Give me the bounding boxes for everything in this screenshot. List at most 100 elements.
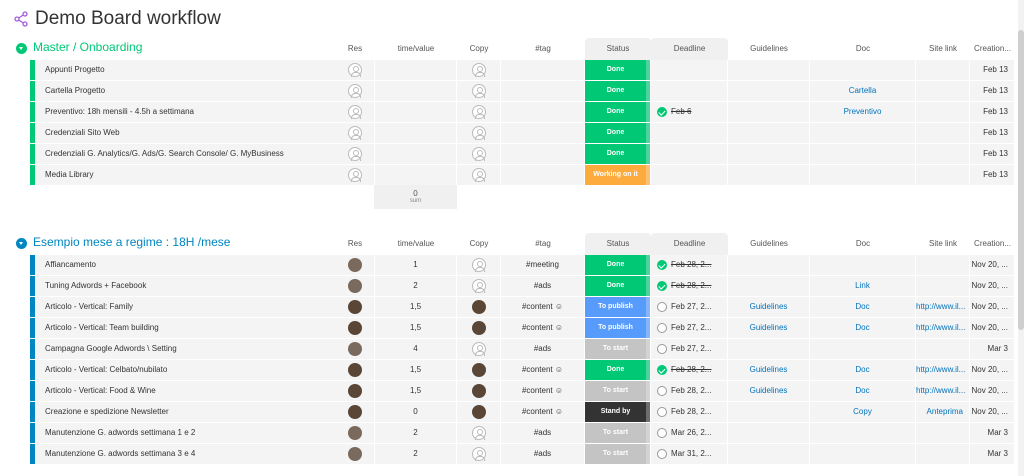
- deadline-done-icon[interactable]: [657, 107, 667, 117]
- person-avatar[interactable]: [348, 300, 362, 314]
- table-row[interactable]: Tuning Adwords + Facebook 2 #ads Done Feb 28…: [30, 276, 1024, 296]
- cell-copy[interactable]: [457, 255, 501, 275]
- cell-copy[interactable]: [457, 165, 501, 185]
- cell-guidelines[interactable]: [728, 423, 810, 443]
- empty-person-icon[interactable]: [472, 342, 486, 356]
- cell-copy[interactable]: [457, 102, 501, 122]
- person-avatar[interactable]: [472, 384, 486, 398]
- cell-guidelines[interactable]: [728, 123, 810, 143]
- cell-tag[interactable]: [501, 81, 585, 101]
- table-row[interactable]: Credenziali G. Analytics/G. Ads/G. Searc…: [30, 144, 1024, 164]
- cell-site[interactable]: [916, 102, 970, 122]
- cell-doc[interactable]: Preventivo: [810, 102, 916, 122]
- empty-person-icon[interactable]: [472, 105, 486, 119]
- cell-deadline[interactable]: [651, 60, 728, 80]
- cell-res[interactable]: [335, 402, 375, 422]
- deadline-open-icon[interactable]: [657, 449, 667, 459]
- column-header-tag[interactable]: #tag: [501, 239, 585, 248]
- cell-created[interactable]: Nov 20, ...: [970, 381, 1015, 401]
- empty-person-icon[interactable]: [472, 168, 486, 182]
- person-avatar[interactable]: [348, 342, 362, 356]
- deadline-done-icon[interactable]: [657, 260, 667, 270]
- deadline-done-icon[interactable]: [657, 281, 667, 291]
- cell-res[interactable]: [335, 339, 375, 359]
- status-label[interactable]: Done: [585, 255, 646, 275]
- cell-status[interactable]: To publish: [585, 297, 651, 317]
- cell-status[interactable]: Working on it: [585, 165, 651, 185]
- table-row[interactable]: Preventivo: 18h mensili - 4.5h a settima…: [30, 102, 1024, 122]
- item-name[interactable]: Manutenzione G. adwords settimana 3 e 4: [35, 444, 340, 464]
- cell-tag[interactable]: [501, 102, 585, 122]
- cell-guidelines[interactable]: Guidelines: [728, 318, 810, 338]
- cell-res[interactable]: [335, 165, 375, 185]
- cell-guidelines[interactable]: [728, 60, 810, 80]
- deadline-done-icon[interactable]: [657, 365, 667, 375]
- column-header-status[interactable]: Status: [585, 233, 651, 255]
- collapse-group-icon[interactable]: [16, 43, 27, 54]
- empty-person-icon[interactable]: [348, 168, 362, 182]
- cell-copy[interactable]: [457, 81, 501, 101]
- column-header-res[interactable]: Res: [335, 239, 375, 248]
- item-name[interactable]: Appunti Progetto: [35, 60, 340, 80]
- empty-person-icon[interactable]: [472, 84, 486, 98]
- table-row[interactable]: Articolo - Vertical: Food & Wine 1,5 #cont…: [30, 381, 1024, 401]
- cell-site[interactable]: [916, 276, 970, 296]
- cell-doc[interactable]: Cartella: [810, 81, 916, 101]
- empty-person-icon[interactable]: [472, 63, 486, 77]
- cell-created[interactable]: Nov 20, ...: [970, 402, 1015, 422]
- table-row[interactable]: Creazione e spedizione Newsletter 0 #conte…: [30, 402, 1024, 422]
- cell-site[interactable]: [916, 144, 970, 164]
- column-header-deadline[interactable]: Deadline: [651, 38, 728, 60]
- cell-deadline[interactable]: Feb 27, 2...: [651, 339, 728, 359]
- column-header-copy[interactable]: Copy: [457, 44, 501, 53]
- cell-tag[interactable]: [501, 144, 585, 164]
- table-row[interactable]: Credenziali Sito Web Done Feb 13: [30, 123, 1024, 143]
- cell-res[interactable]: [335, 444, 375, 464]
- cell-time[interactable]: 2: [375, 444, 457, 464]
- column-header-doc[interactable]: Doc: [810, 44, 916, 53]
- cell-doc[interactable]: Doc: [810, 360, 916, 380]
- cell-status[interactable]: To start: [585, 339, 651, 359]
- column-header-copy[interactable]: Copy: [457, 239, 501, 248]
- cell-time[interactable]: [375, 102, 457, 122]
- column-header-created[interactable]: Creation...: [970, 239, 1015, 248]
- cell-guidelines[interactable]: [728, 276, 810, 296]
- site-value[interactable]: Anteprima: [927, 407, 963, 416]
- cell-deadline[interactable]: Feb 27, 2...: [651, 297, 728, 317]
- cell-site[interactable]: [916, 123, 970, 143]
- cell-status[interactable]: To publish: [585, 318, 651, 338]
- cell-deadline[interactable]: Feb 6: [651, 102, 728, 122]
- cell-guidelines[interactable]: [728, 339, 810, 359]
- doc-value[interactable]: Doc: [855, 323, 869, 332]
- status-label[interactable]: Done: [585, 276, 646, 296]
- cell-time[interactable]: [375, 165, 457, 185]
- column-header-deadline[interactable]: Deadline: [651, 233, 728, 255]
- empty-person-icon[interactable]: [348, 147, 362, 161]
- cell-tag[interactable]: [501, 60, 585, 80]
- board-title[interactable]: Demo Board workflow: [35, 8, 221, 30]
- cell-site[interactable]: Anteprima: [916, 402, 970, 422]
- cell-deadline[interactable]: Feb 28, 2...: [651, 381, 728, 401]
- table-row[interactable]: Articolo - Vertical: Team building 1,5 #co…: [30, 318, 1024, 338]
- cell-site[interactable]: [916, 423, 970, 443]
- cell-site[interactable]: http://www.il...: [916, 381, 970, 401]
- item-name[interactable]: Affiancamento: [35, 255, 340, 275]
- column-header-status[interactable]: Status: [585, 38, 651, 60]
- cell-status[interactable]: Done: [585, 60, 651, 80]
- table-row[interactable]: Manutenzione G. adwords settimana 1 e 2 2…: [30, 423, 1024, 443]
- deadline-open-icon[interactable]: [657, 323, 667, 333]
- column-header-time[interactable]: time/value: [375, 44, 457, 53]
- cell-created[interactable]: Nov 20, ...: [970, 360, 1015, 380]
- cell-guidelines[interactable]: [728, 144, 810, 164]
- guidelines-value[interactable]: Guidelines: [750, 323, 788, 332]
- table-row[interactable]: Campagna Google Adwords \ Setting 4 #ads To…: [30, 339, 1024, 359]
- cell-deadline[interactable]: Feb 28, 2...: [651, 402, 728, 422]
- cell-doc[interactable]: [810, 423, 916, 443]
- cell-site[interactable]: [916, 81, 970, 101]
- cell-deadline[interactable]: Mar 31, 2...: [651, 444, 728, 464]
- cell-created[interactable]: Feb 13: [970, 165, 1015, 185]
- cell-created[interactable]: Feb 13: [970, 60, 1015, 80]
- cell-doc[interactable]: [810, 165, 916, 185]
- person-avatar[interactable]: [472, 321, 486, 335]
- status-label[interactable]: Done: [585, 102, 646, 122]
